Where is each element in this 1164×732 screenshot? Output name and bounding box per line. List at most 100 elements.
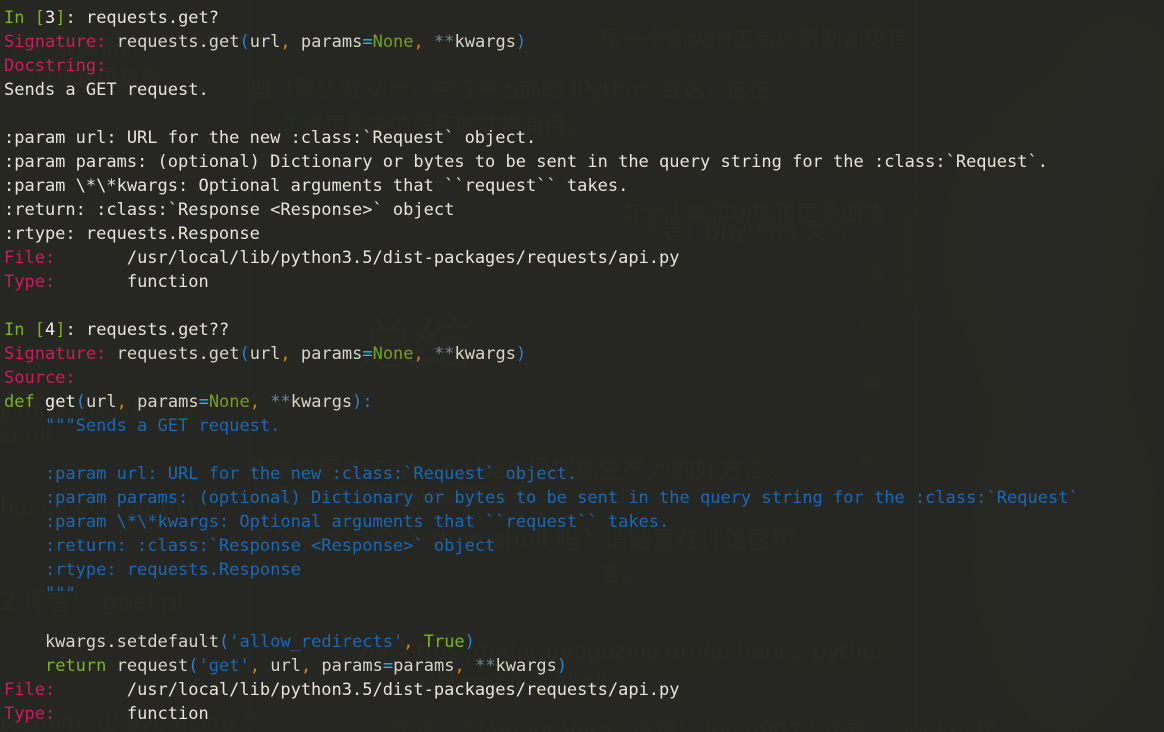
token: =	[362, 32, 373, 52]
token: params	[290, 32, 363, 52]
token: 'allow_redirects'	[229, 632, 404, 652]
token: params	[393, 656, 455, 676]
token: :param \*\*kwargs: Optional arguments th…	[4, 176, 629, 196]
terminal-line-doc3: Docstring:	[4, 54, 1164, 78]
token: :param params: (optional) Dictionary or …	[4, 488, 1079, 508]
terminal-line-src_doc2: :param params: (optional) Dictionary or …	[4, 486, 1164, 510]
token: =	[362, 344, 373, 364]
token: True	[423, 632, 465, 652]
token: :param params: (optional) Dictionary or …	[4, 152, 1048, 172]
token: **	[434, 32, 455, 52]
token: :	[65, 8, 86, 28]
token: url	[259, 656, 301, 676]
token: )	[352, 392, 363, 412]
token: setdefault	[116, 632, 219, 652]
terminal-line-sig4: Signature: requests.get(url, params=None…	[4, 342, 1164, 366]
token: .	[106, 632, 117, 652]
token: 3	[44, 8, 56, 28]
terminal-line-type3: Type: function	[4, 270, 1164, 294]
terminal-line-src_doc_blank	[4, 438, 1164, 462]
token: url	[249, 344, 281, 364]
token: Signature:	[4, 344, 117, 364]
token: =	[382, 656, 394, 676]
terminal-line-doc3a: Sends a GET request.	[4, 78, 1164, 102]
token: requests.get?	[85, 8, 220, 28]
token: function	[126, 272, 209, 292]
token: None	[372, 32, 414, 52]
token: Type:	[4, 272, 127, 292]
token: """	[4, 584, 76, 604]
token: .	[198, 32, 209, 52]
screen: 是一个强大的工具能帮助你更有在外部编辑器的方式更复杂器（默认为 Vim）中打开当…	[0, 0, 1164, 732]
terminal-line-src_set: kwargs.setdefault('allow_redirects', Tru…	[4, 630, 1164, 654]
token: ]	[55, 320, 66, 340]
token: url	[249, 32, 281, 52]
token: =	[198, 392, 209, 412]
terminal-line-src_blank	[4, 606, 1164, 630]
token: ,	[403, 632, 414, 652]
token: (	[239, 32, 250, 52]
terminal-line-blank1	[4, 102, 1164, 126]
token: params	[126, 392, 199, 412]
token: :param \*\*kwargs: Optional arguments th…	[4, 512, 670, 532]
terminal-line-sig3: Signature: requests.get(url, params=None…	[4, 30, 1164, 54]
terminal-line-src_doc3: :param \*\*kwargs: Optional arguments th…	[4, 510, 1164, 534]
token: File:	[4, 248, 127, 268]
token: 4	[44, 320, 56, 340]
token: ,	[413, 344, 424, 364]
token: Docstring:	[4, 56, 107, 76]
token: kwargs	[454, 344, 516, 364]
terminal-output[interactable]: In [3]: requests.get? Signature: requests…	[0, 0, 1164, 726]
token: None	[208, 392, 250, 412]
token: [	[34, 8, 45, 28]
token: )	[556, 656, 568, 676]
token: ,	[116, 392, 127, 412]
token: **	[434, 344, 455, 364]
token: )	[515, 32, 527, 52]
token: (	[239, 344, 250, 364]
token: .	[198, 344, 209, 364]
token: :param url: URL for the new :class:`Requ…	[4, 128, 537, 148]
token: **	[270, 392, 291, 412]
token: In	[4, 320, 35, 340]
token: params	[311, 656, 383, 676]
terminal-line-source4: Source:	[4, 366, 1164, 390]
token: :	[65, 320, 86, 340]
token: url	[85, 392, 117, 412]
token: )	[464, 632, 475, 652]
token: :	[362, 392, 373, 412]
token: function	[126, 704, 209, 724]
terminal-line-src_ret: return request('get', url, params=params…	[4, 654, 1164, 678]
token: requests	[116, 32, 199, 52]
token: Type:	[4, 704, 127, 724]
token: params	[290, 344, 363, 364]
token: requests.get??	[85, 320, 230, 340]
token: """Sends a GET request.	[4, 416, 281, 436]
token: get	[44, 392, 76, 412]
token: (	[218, 632, 230, 652]
token: Signature:	[4, 32, 117, 52]
token: requests	[116, 344, 199, 364]
token: :rtype: requests.Response	[4, 224, 260, 244]
token: kwargs	[454, 32, 516, 52]
token: File:	[4, 680, 127, 700]
token: ,	[454, 656, 465, 676]
terminal-line-type4: Type: function	[4, 702, 1164, 726]
terminal-line-src_doc4: :return: :class:`Response <Response>` ob…	[4, 534, 1164, 558]
token: ,	[280, 32, 291, 52]
token: get	[208, 344, 240, 364]
token: :return: :class:`Response <Response>` ob…	[4, 536, 496, 556]
token: ,	[280, 344, 291, 364]
token: (	[188, 656, 199, 676]
terminal-window[interactable]: In [3]: requests.get? Signature: requests…	[0, 0, 1164, 732]
token: None	[372, 344, 414, 364]
terminal-line-src_doc1: :param url: URL for the new :class:`Requ…	[4, 462, 1164, 486]
token: kwargs	[495, 656, 557, 676]
terminal-line-src_doc0: """Sends a GET request.	[4, 414, 1164, 438]
token: ]	[55, 8, 66, 28]
